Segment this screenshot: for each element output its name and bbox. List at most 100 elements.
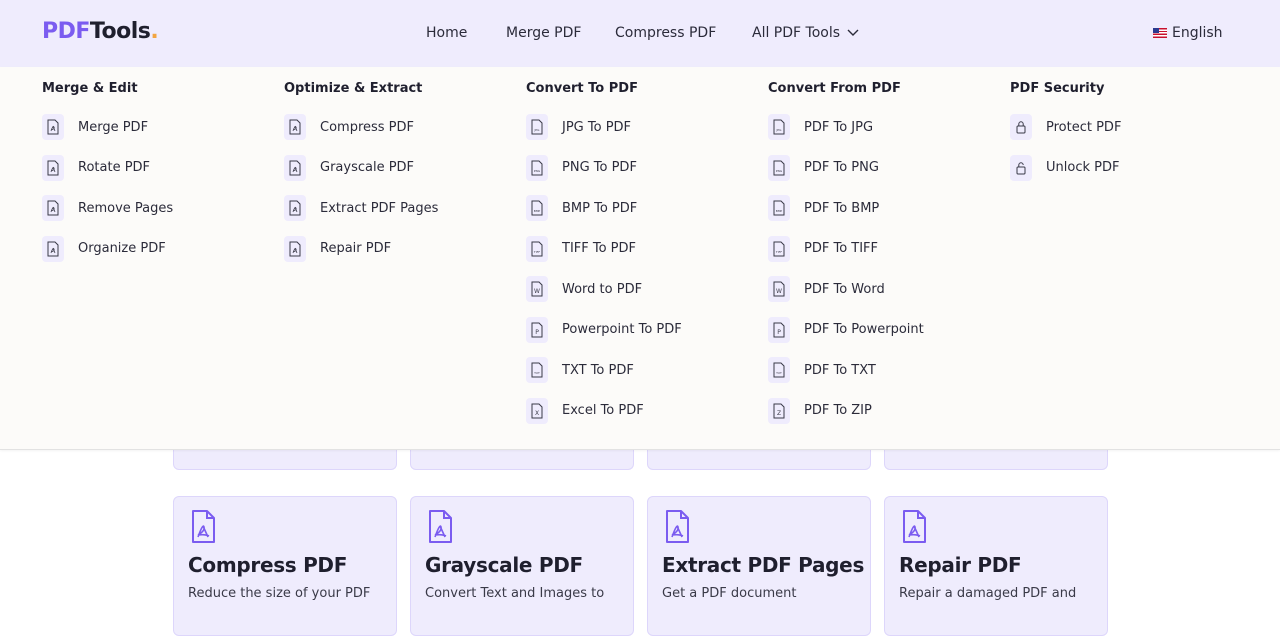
svg-text:BMP: BMP	[534, 209, 541, 213]
menu-item-label: Repair PDF	[320, 241, 391, 256]
png-file-icon: PNG	[768, 155, 790, 181]
menu-item-label: PNG To PDF	[562, 160, 637, 175]
pdf-file-icon	[42, 236, 64, 262]
logo-dot: .	[150, 19, 158, 44]
tool-card-description: Get a PDF document	[662, 586, 796, 601]
tool-card-title: Repair PDF	[899, 553, 1021, 577]
menu-item-label: JPG To PDF	[562, 120, 631, 135]
menu-item-extract-pdf-pages[interactable]: Extract PDF Pages	[284, 195, 438, 221]
menu-item-label: PDF To TIFF	[804, 241, 878, 256]
menu-item-word-to-pdf[interactable]: WWord to PDF	[526, 276, 642, 302]
language-selector[interactable]: English	[1153, 25, 1223, 41]
menu-item-excel-to-pdf[interactable]: X Excel To PDF	[526, 398, 644, 424]
menu-item-tiff-to-pdf[interactable]: TIFF TIFF To PDF	[526, 236, 636, 262]
menu-item-jpg-to-pdf[interactable]: JPG JPG To PDF	[526, 114, 631, 140]
menu-column-title: Optimize & Extract	[284, 81, 422, 101]
svg-text:TXT: TXT	[775, 371, 782, 375]
menu-item-label: PDF To TXT	[804, 363, 876, 378]
menu-item-label: Powerpoint To PDF	[562, 322, 682, 337]
svg-text:TIFF: TIFF	[533, 250, 540, 254]
us-flag-icon	[1153, 28, 1167, 38]
pdf-file-icon	[284, 114, 306, 140]
tool-card[interactable]: Grayscale PDFConvert Text and Images to	[410, 496, 634, 636]
nav-all-pdf-tools[interactable]: All PDF Tools	[752, 25, 840, 41]
txt-file-icon: TXT	[768, 357, 790, 383]
menu-item-label: Compress PDF	[320, 120, 414, 135]
menu-item-merge-pdf[interactable]: Merge PDF	[42, 114, 148, 140]
svg-text:JPG: JPG	[533, 128, 540, 132]
menu-item-organize-pdf[interactable]: Organize PDF	[42, 236, 166, 262]
menu-column-title: PDF Security	[1010, 81, 1104, 101]
tool-card[interactable]: Extract PDF Pages Get a PDF document	[647, 496, 871, 636]
lock-icon	[1010, 114, 1032, 140]
logo-pdf-text: PDF	[42, 19, 90, 44]
menu-item-repair-pdf[interactable]: Repair PDF	[284, 236, 391, 262]
chevron-down-icon[interactable]	[846, 27, 860, 37]
menu-item-txt-to-pdf[interactable]: TXTTXT To PDF	[526, 357, 634, 383]
menu-item-pdf-to-powerpoint[interactable]: PPDF To Powerpoint	[768, 317, 924, 343]
menu-item-remove-pages[interactable]: Remove Pages	[42, 195, 173, 221]
svg-text:Z: Z	[777, 410, 781, 417]
menu-item-pdf-to-bmp[interactable]: BMP PDF To BMP	[768, 195, 879, 221]
menu-item-png-to-pdf[interactable]: PNGPNG To PDF	[526, 155, 637, 181]
tool-card[interactable]: Repair PDF Repair a damaged PDF and	[884, 496, 1108, 636]
menu-item-label: Word to PDF	[562, 282, 642, 297]
menu-item-rotate-pdf[interactable]: Rotate PDF	[42, 155, 150, 181]
pdf-file-icon	[42, 195, 64, 221]
menu-item-label: TIFF To PDF	[562, 241, 636, 256]
bmp-file-icon: BMP	[768, 195, 790, 221]
menu-item-pdf-to-png[interactable]: PNGPDF To PNG	[768, 155, 879, 181]
menu-item-label: PDF To Word	[804, 282, 885, 297]
svg-text:TXT: TXT	[533, 371, 540, 375]
menu-item-pdf-to-jpg[interactable]: JPGPDF To JPG	[768, 114, 873, 140]
svg-text:P: P	[535, 329, 539, 336]
svg-text:P: P	[777, 329, 781, 336]
menu-item-protect-pdf[interactable]: Protect PDF	[1010, 114, 1121, 140]
jpg-file-icon: JPG	[526, 114, 548, 140]
menu-item-pdf-to-tiff[interactable]: TIFFPDF To TIFF	[768, 236, 878, 262]
tool-card-title: Compress PDF	[188, 553, 347, 577]
excel-file-icon: X	[526, 398, 548, 424]
menu-item-label: Merge PDF	[78, 120, 148, 135]
menu-item-label: PDF To BMP	[804, 201, 879, 216]
menu-column-optimize-extract: Optimize & Extract Compress PDFGrayscale…	[284, 81, 422, 101]
menu-item-label: BMP To PDF	[562, 201, 637, 216]
menu-item-powerpoint-to-pdf[interactable]: P Powerpoint To PDF	[526, 317, 682, 343]
svg-text:X: X	[535, 410, 539, 417]
menu-item-pdf-to-txt[interactable]: TXT PDF To TXT	[768, 357, 876, 383]
logo-tools-text: Tools	[90, 19, 150, 44]
menu-item-label: Organize PDF	[78, 241, 166, 256]
menu-item-label: Remove Pages	[78, 201, 173, 216]
menu-item-compress-pdf[interactable]: Compress PDF	[284, 114, 414, 140]
menu-column-convert-to-pdf: Convert To PDF JPGJPG To PDFPNGPNG To PD…	[526, 81, 638, 101]
nav-compress-pdf[interactable]: Compress PDF	[615, 25, 716, 41]
jpg-file-icon: JPG	[768, 114, 790, 140]
all-tools-mega-menu: Merge & Edit Merge PDFRotate PDFRemove P…	[0, 67, 1280, 450]
unlock-icon	[1010, 155, 1032, 181]
bmp-file-icon: BMP	[526, 195, 548, 221]
logo[interactable]: PDFTools.	[42, 19, 158, 44]
pdf-file-icon	[284, 236, 306, 262]
tool-card[interactable]: Compress PDF Reduce the size of your PDF	[173, 496, 397, 636]
tool-card-title: Extract PDF Pages	[662, 553, 864, 577]
nav-home[interactable]: Home	[426, 25, 467, 41]
menu-column-convert-from-pdf: Convert From PDF JPGPDF To JPGPNGPDF To …	[768, 81, 901, 101]
svg-text:BMP: BMP	[776, 209, 783, 213]
menu-item-bmp-to-pdf[interactable]: BMP BMP To PDF	[526, 195, 637, 221]
menu-column-pdf-security: PDF Security Protect PDFUnlock PDF	[1010, 81, 1104, 101]
menu-item-unlock-pdf[interactable]: Unlock PDF	[1010, 155, 1119, 181]
pdf-file-icon	[42, 155, 64, 181]
menu-item-label: PDF To ZIP	[804, 403, 872, 418]
tool-card-description: Repair a damaged PDF and	[899, 586, 1076, 601]
menu-item-label: Protect PDF	[1046, 120, 1121, 135]
tool-card-description: Convert Text and Images to	[425, 586, 604, 601]
zip-file-icon: Z	[768, 398, 790, 424]
nav-merge-pdf[interactable]: Merge PDF	[506, 25, 581, 41]
tool-card-description: Reduce the size of your PDF	[188, 586, 370, 601]
menu-item-pdf-to-zip[interactable]: Z PDF To ZIP	[768, 398, 872, 424]
menu-item-pdf-to-word[interactable]: WPDF To Word	[768, 276, 885, 302]
menu-item-grayscale-pdf[interactable]: Grayscale PDF	[284, 155, 414, 181]
menu-item-label: Excel To PDF	[562, 403, 644, 418]
menu-column-merge-edit: Merge & Edit Merge PDFRotate PDFRemove P…	[42, 81, 138, 101]
tiff-file-icon: TIFF	[526, 236, 548, 262]
